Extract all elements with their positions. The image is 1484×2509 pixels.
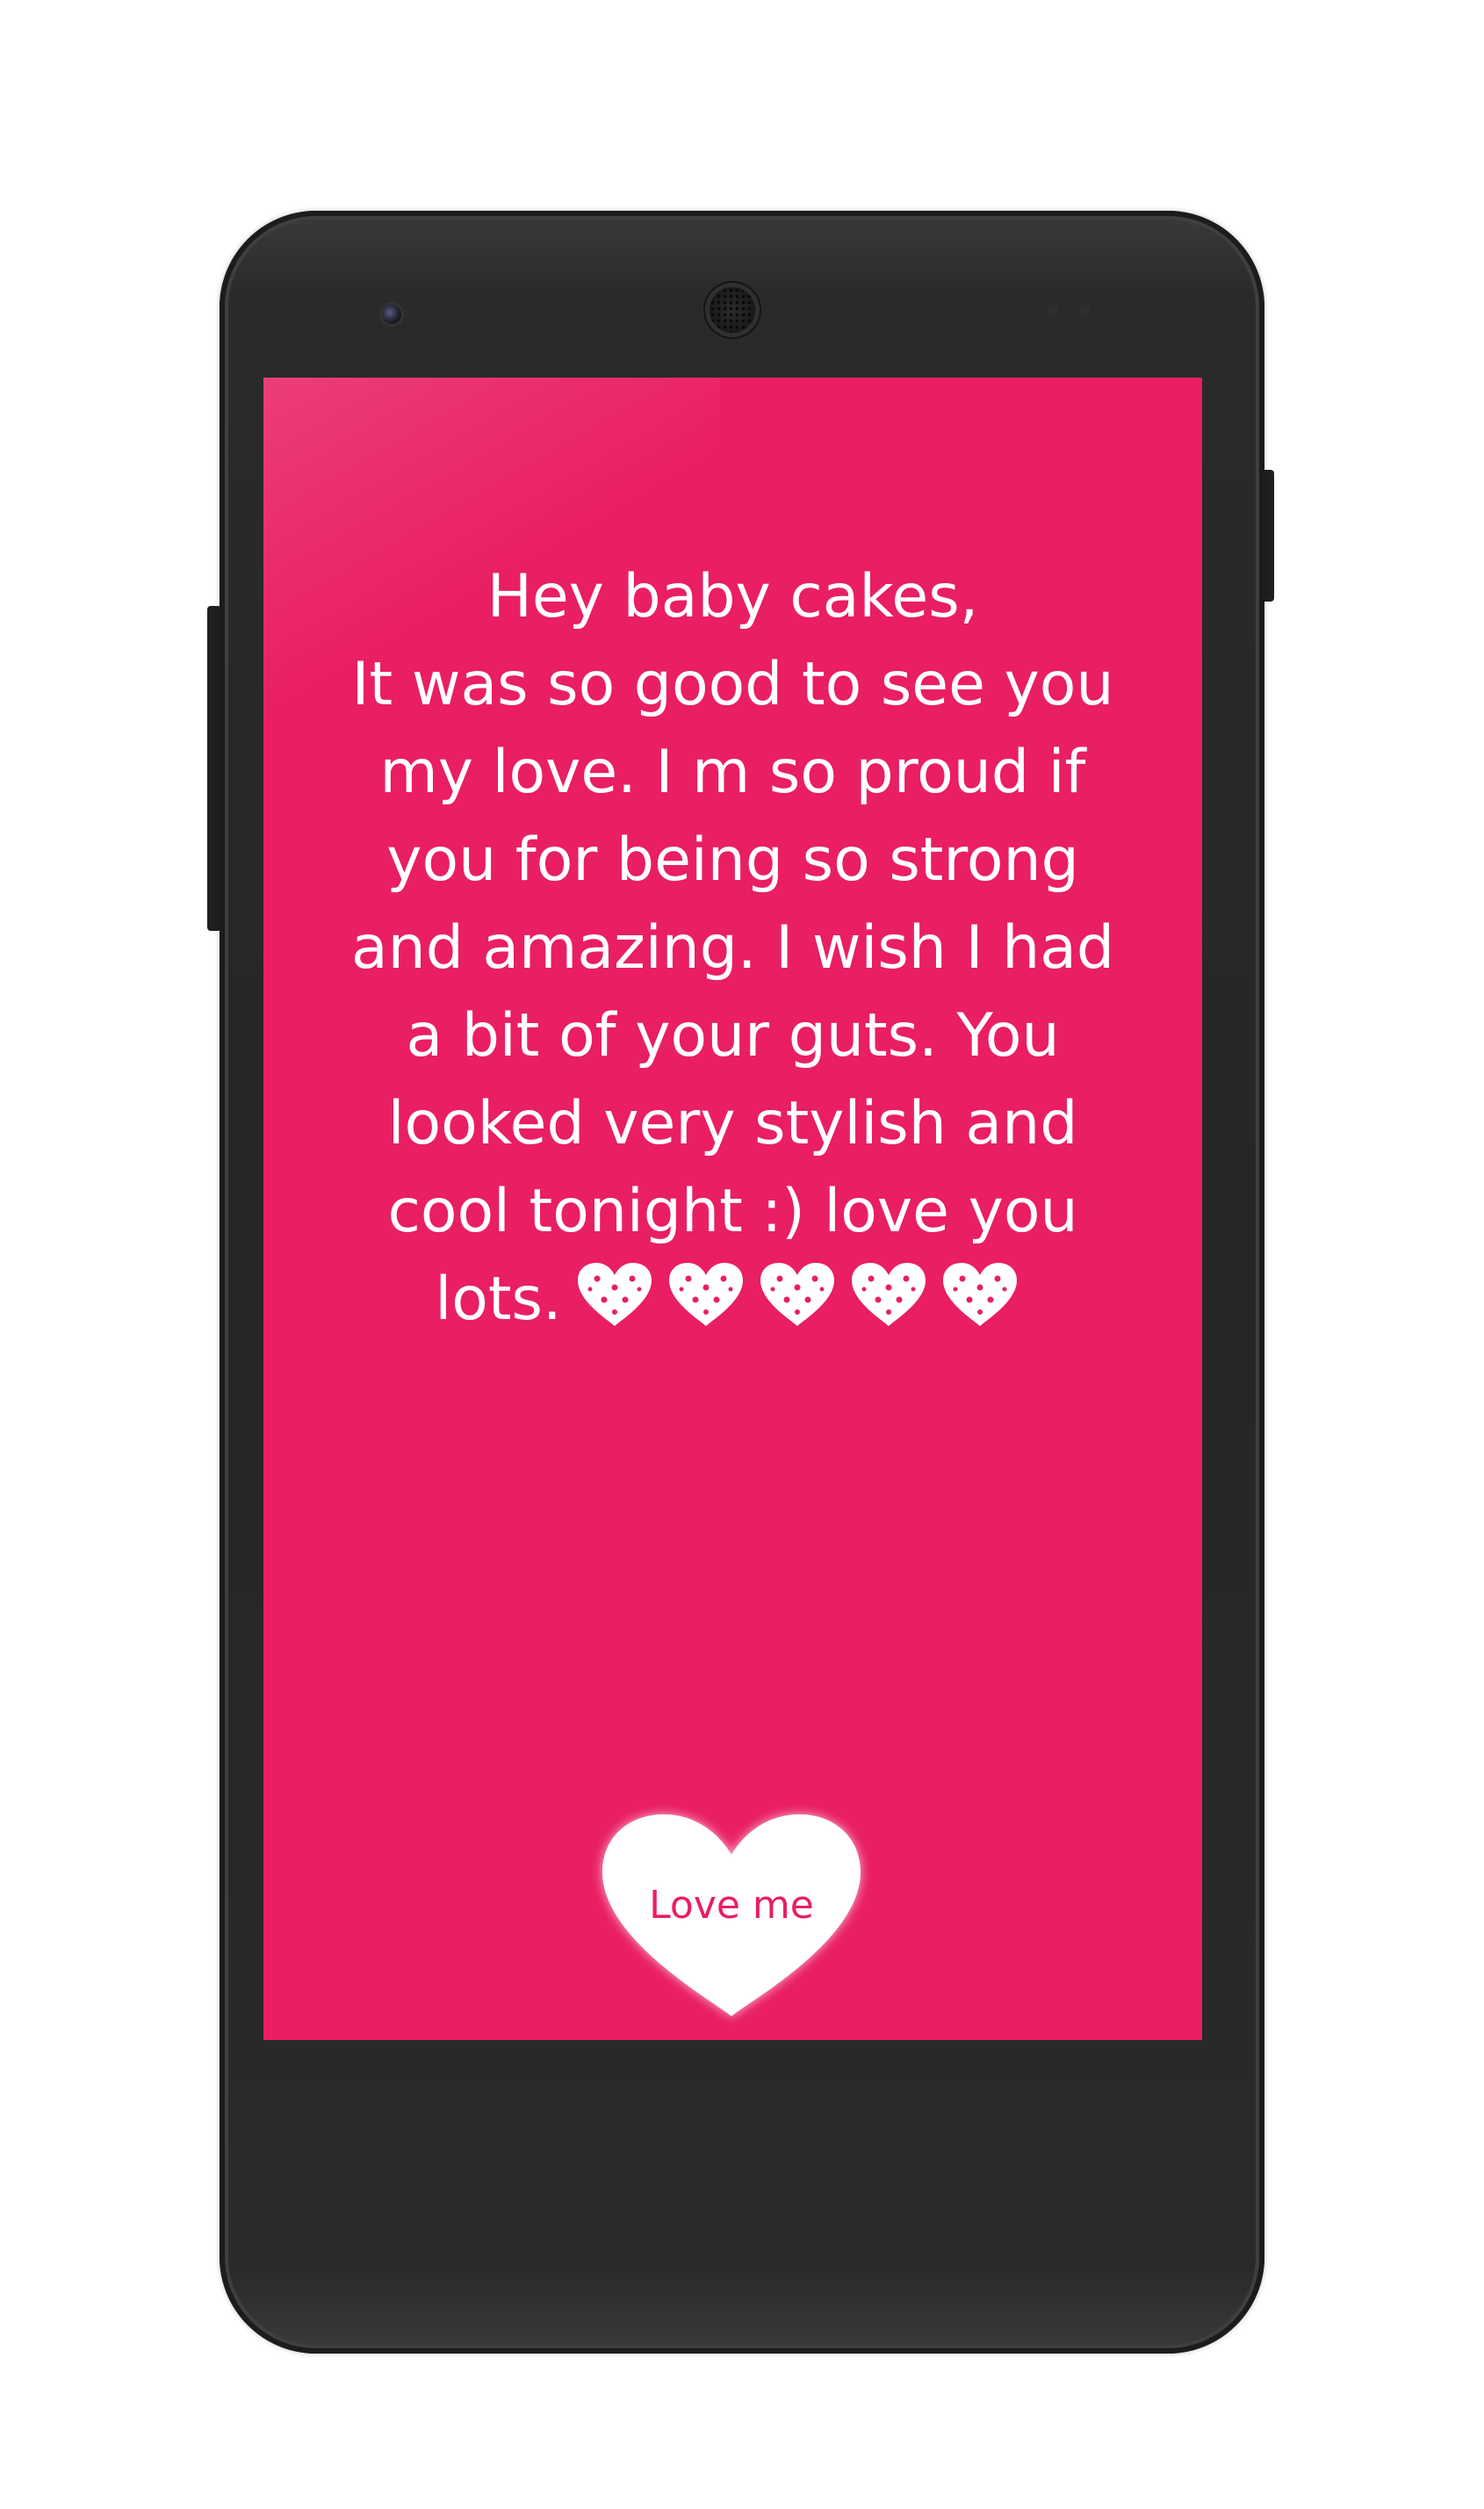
heart-icon xyxy=(574,1259,655,1330)
proximity-sensor-icon xyxy=(1048,305,1058,315)
heart-icon xyxy=(757,1259,838,1330)
love-me-label: Love me xyxy=(649,1883,814,1928)
heart-icon xyxy=(666,1259,746,1330)
love-message: Hey baby cakes, It was so good to see yo… xyxy=(290,553,1176,1354)
heart-icon xyxy=(848,1259,929,1330)
heart-icons-row xyxy=(574,1259,1031,1354)
love-me-button[interactable]: Love me xyxy=(595,1809,868,2020)
light-sensor-icon xyxy=(1080,305,1091,315)
app-screen: Hey baby cakes, It was so good to see yo… xyxy=(263,378,1202,2040)
heart-icon xyxy=(940,1259,1020,1330)
device-mockup: Hey baby cakes, It was so good to see yo… xyxy=(0,0,1484,2509)
earpiece-speaker-icon xyxy=(710,287,755,333)
front-camera-icon xyxy=(382,305,401,324)
message-text: Hey baby cakes, It was so good to see yo… xyxy=(350,562,1115,1334)
